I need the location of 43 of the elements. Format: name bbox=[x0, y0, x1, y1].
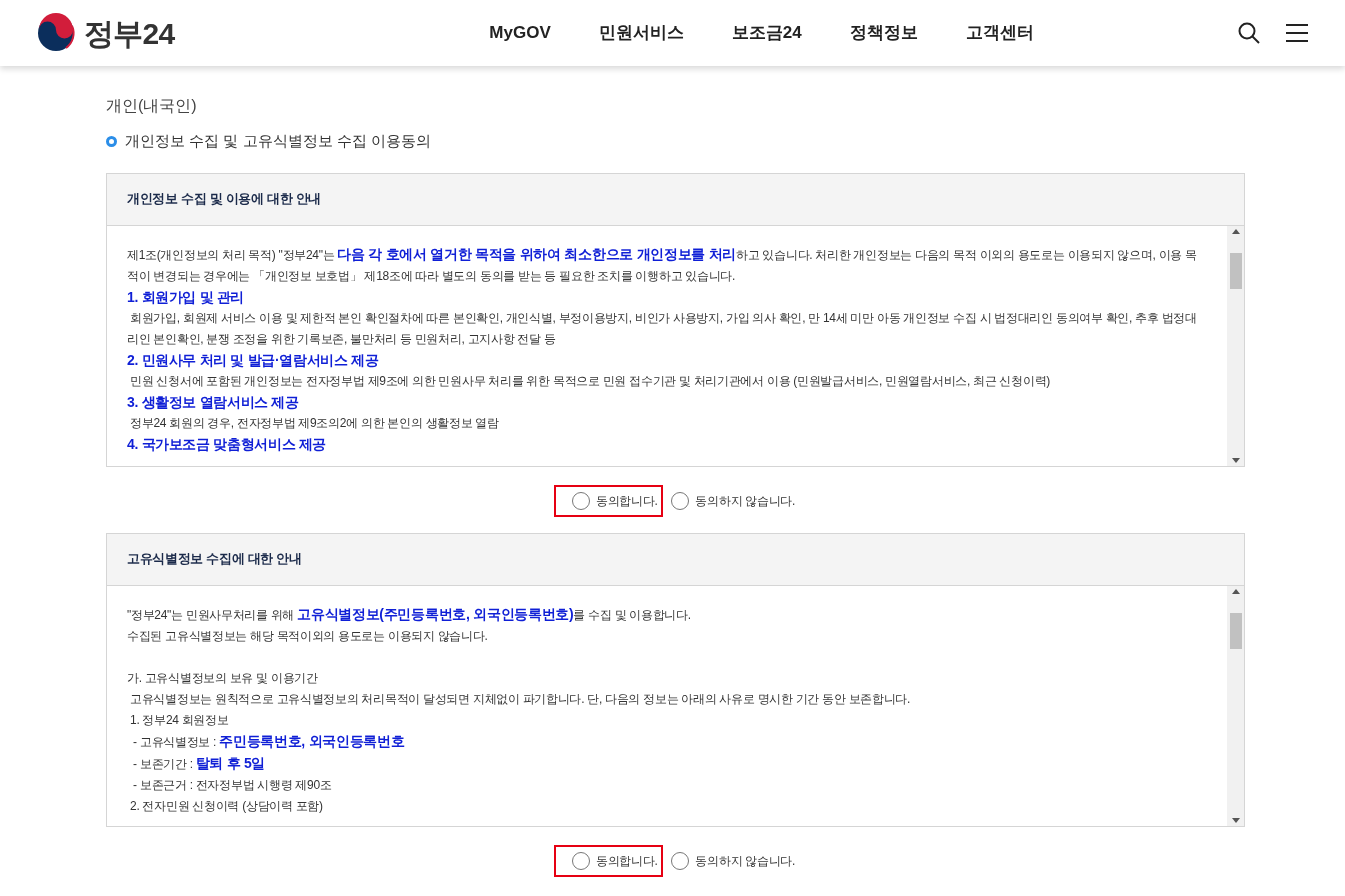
menu-icon[interactable] bbox=[1285, 23, 1309, 43]
nav-link[interactable]: 고객센터 bbox=[965, 20, 1034, 46]
scrollbar[interactable] bbox=[1227, 585, 1244, 826]
bullet-icon bbox=[106, 135, 117, 147]
radio-option[interactable]: 동의하지 않습니다. bbox=[669, 844, 798, 877]
terms-heading: 3. 생활정보 열람서비스 제공 bbox=[127, 392, 300, 412]
nav-link[interactable]: 정책정보 bbox=[849, 20, 918, 46]
terms-heading: 2. 민원사무 처리 및 발급·열람서비스 제공 bbox=[127, 350, 380, 370]
terms-paragraph: - 보존기간 : 탈퇴 후 5일 bbox=[132, 753, 267, 773]
panel-title: 개인정보 수집 및 이용에 대한 안내 bbox=[127, 190, 321, 209]
terms-paragraph: 1. 정부24 회원정보 bbox=[129, 711, 230, 729]
page-title: 개인(내국인) bbox=[106, 96, 198, 116]
panel-title: 고유식별정보 수집에 대한 안내 bbox=[127, 550, 302, 569]
terms-paragraph: "정부24"는 민원사무처리를 위해 고유식별정보(주민등록번호, 외국인등록번호)를 수집 및 이용합니다. bbox=[127, 604, 692, 624]
nav-link[interactable]: 민원서비스 bbox=[598, 20, 684, 46]
logo-text[interactable]: 정부24 bbox=[84, 10, 175, 56]
scroll-down-icon[interactable] bbox=[1231, 817, 1240, 823]
radio-option[interactable]: 동의하지 않습니다. bbox=[669, 484, 798, 517]
radio-option[interactable]: 동의합니다. bbox=[553, 844, 664, 877]
terms-paragraph: 회원가입, 회원제 서비스 이용 및 제한적 본인 확인절차에 따른 본인확인, 개인식별, 부정이용방지, 비인가 사용방지, 가입 의사 확인, 만 14세 미만 아동 개인정보 수집 시 법정대리인 동의여부 확인, 추후 법정대리인 본인확인, 분쟁 조정을 위한 기록보존, 불만처리 등 민원처리, 고지사항 전달 등 bbox=[127, 309, 1198, 348]
scroll-up-icon[interactable] bbox=[1231, 588, 1240, 594]
terms-paragraph: 정부24 회원의 경우, 전자정부법 제9조의2에 의한 본인의 생활정보 열람 bbox=[129, 414, 500, 432]
radio-option[interactable]: 동의합니다. bbox=[553, 484, 664, 517]
scroll-up-icon[interactable] bbox=[1231, 228, 1240, 234]
terms-paragraph: 고유식별정보는 원칙적으로 고유식별정보의 처리목적이 달성되면 지체없이 파기합니다. 단, 다음의 정보는 아래의 사유로 명시한 기간 동안 보존합니다. bbox=[129, 690, 912, 708]
scrollbar[interactable] bbox=[1227, 225, 1244, 466]
terms-paragraph: 민원 신청서에 포함된 개인정보는 전자정부법 제9조에 의한 민원사무 처리를 위한 목적으로 민원 접수기관 및 처리기관에서 이용 (민원발급서비스, 민원열람서비스, 최근 신청이력) bbox=[129, 372, 1051, 390]
terms-paragraph: 수집된 고유식별정보는 해당 목적이외의 용도로는 이용되지 않습니다. bbox=[127, 627, 489, 645]
terms-paragraph: 가. 고유식별정보의 보유 및 이용기간 bbox=[127, 669, 319, 687]
scrollbar-thumb[interactable] bbox=[1229, 252, 1242, 289]
terms-paragraph: 2. 전자민원 신청이력 (상담이력 포함) bbox=[129, 797, 324, 815]
scrollbar-thumb[interactable] bbox=[1229, 612, 1242, 649]
terms-heading: 1. 회원가입 및 관리 bbox=[127, 287, 246, 307]
terms-paragraph: - 고유식별정보 : 주민등록번호, 외국인등록번호 bbox=[132, 731, 406, 751]
terms-paragraph: 제1조(개인정보의 처리 목적) "정부24"는 다음 각 호에서 열거한 목적을 위하여 최소한으로 개인정보를 처리하고 있습니다. 처리한 개인정보는 다음의 목적 이외의 용도로는 이용되지 않으며, 이용 목적이 변경되는 경우에는 「개인정보 보호법」 제18조에 따라 별도의 동의를 받는 등 필요한 조치를 이행하고 있습니다. bbox=[127, 244, 1198, 285]
terms-paragraph: - 보존근거 : 전자정부법 시행령 제90조 bbox=[132, 776, 333, 794]
logo-icon bbox=[36, 13, 76, 53]
scroll-down-icon[interactable] bbox=[1231, 457, 1240, 463]
nav-link[interactable]: MyGOV bbox=[489, 20, 551, 46]
section-title: 개인정보 수집 및 고유식별정보 수집 이용동의 bbox=[125, 131, 431, 151]
terms-heading: 4. 국가보조금 맞춤형서비스 제공 bbox=[127, 434, 328, 454]
search-icon[interactable] bbox=[1237, 21, 1261, 45]
nav-link[interactable]: 보조금24 bbox=[731, 20, 802, 46]
